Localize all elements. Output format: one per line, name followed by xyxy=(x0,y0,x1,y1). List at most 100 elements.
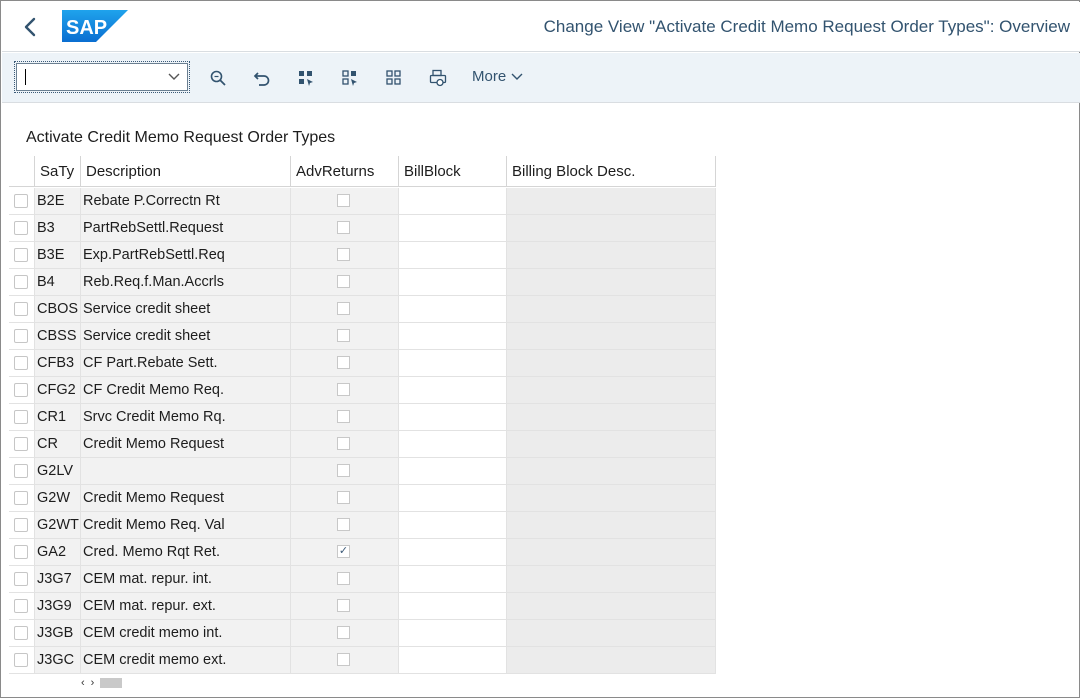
select-all-icon[interactable] xyxy=(295,67,317,89)
row-selector[interactable] xyxy=(9,404,35,431)
row-selector[interactable] xyxy=(9,242,35,269)
billblock-input[interactable] xyxy=(399,296,507,323)
scroll-right-icon[interactable]: › xyxy=(91,677,95,689)
row-selector[interactable] xyxy=(9,566,35,593)
billing-block-desc-cell xyxy=(507,539,716,566)
row-select-checkbox[interactable] xyxy=(14,329,28,343)
billblock-input[interactable] xyxy=(399,377,507,404)
advreturns-checkbox[interactable] xyxy=(337,194,350,207)
row-select-checkbox[interactable] xyxy=(14,545,28,559)
billblock-input[interactable] xyxy=(399,323,507,350)
row-select-checkbox[interactable] xyxy=(14,599,28,613)
billblock-input[interactable] xyxy=(399,242,507,269)
saty-cell: CBSS xyxy=(35,323,81,350)
advreturns-checkbox[interactable] xyxy=(337,599,350,612)
billblock-input[interactable] xyxy=(399,512,507,539)
advreturns-checkbox[interactable] xyxy=(337,302,350,315)
row-selector[interactable] xyxy=(9,188,35,215)
row-selector[interactable] xyxy=(9,593,35,620)
more-menu-button[interactable]: More xyxy=(472,68,524,85)
billblock-input[interactable] xyxy=(399,485,507,512)
column-header-billing-block-desc[interactable]: Billing Block Desc. xyxy=(507,156,716,187)
row-select-checkbox[interactable] xyxy=(14,464,28,478)
description-cell: Rebate P.Correctn Rt xyxy=(81,188,291,215)
row-selector[interactable] xyxy=(9,620,35,647)
row-selector[interactable] xyxy=(9,647,35,674)
undo-icon[interactable] xyxy=(251,67,273,89)
scroll-left-icon[interactable]: ‹ xyxy=(81,677,85,689)
row-select-checkbox[interactable] xyxy=(14,356,28,370)
advreturns-checkbox[interactable] xyxy=(337,221,350,234)
print-icon[interactable] xyxy=(427,67,449,89)
chevron-down-icon[interactable] xyxy=(167,70,181,84)
billing-block-desc-cell xyxy=(507,323,716,350)
row-selector[interactable] xyxy=(9,539,35,566)
advreturns-checkbox[interactable] xyxy=(337,383,350,396)
billblock-input[interactable] xyxy=(399,647,507,674)
billblock-input[interactable] xyxy=(399,458,507,485)
billblock-input[interactable] xyxy=(399,404,507,431)
row-selector[interactable] xyxy=(9,485,35,512)
command-field[interactable] xyxy=(14,61,190,93)
scroll-thumb[interactable] xyxy=(100,677,123,688)
row-select-checkbox[interactable] xyxy=(14,653,28,667)
billblock-input[interactable] xyxy=(399,620,507,647)
row-select-checkbox[interactable] xyxy=(14,518,28,532)
row-select-checkbox[interactable] xyxy=(14,572,28,586)
row-selector[interactable] xyxy=(9,431,35,458)
description-cell: Credit Memo Request xyxy=(81,485,291,512)
row-select-checkbox[interactable] xyxy=(14,194,28,208)
row-selector[interactable] xyxy=(9,323,35,350)
billblock-input[interactable] xyxy=(399,539,507,566)
row-selector[interactable] xyxy=(9,377,35,404)
billblock-input[interactable] xyxy=(399,593,507,620)
deselect-all-icon[interactable] xyxy=(339,67,361,89)
billblock-input[interactable] xyxy=(399,269,507,296)
advreturns-checkbox[interactable] xyxy=(337,248,350,261)
horizontal-scrollbar[interactable]: ‹ › xyxy=(81,677,129,689)
select-block-icon[interactable] xyxy=(383,67,405,89)
description-cell: CEM mat. repur. int. xyxy=(81,566,291,593)
back-button[interactable] xyxy=(16,12,44,42)
advreturns-checkbox[interactable]: ✓ xyxy=(337,545,350,558)
billblock-input[interactable] xyxy=(399,188,507,215)
row-selector[interactable] xyxy=(9,296,35,323)
select-all-rows-header[interactable] xyxy=(9,156,35,187)
row-select-checkbox[interactable] xyxy=(14,626,28,640)
advreturns-checkbox[interactable] xyxy=(337,491,350,504)
row-selector[interactable] xyxy=(9,512,35,539)
row-select-checkbox[interactable] xyxy=(14,491,28,505)
row-select-checkbox[interactable] xyxy=(14,302,28,316)
advreturns-checkbox[interactable] xyxy=(337,572,350,585)
billblock-input[interactable] xyxy=(399,215,507,242)
advreturns-checkbox[interactable] xyxy=(337,464,350,477)
column-header-description[interactable]: Description xyxy=(81,156,291,187)
advreturns-checkbox[interactable] xyxy=(337,653,350,666)
row-select-checkbox[interactable] xyxy=(14,437,28,451)
row-select-checkbox[interactable] xyxy=(14,383,28,397)
row-select-checkbox[interactable] xyxy=(14,275,28,289)
column-header-saty[interactable]: SaTy xyxy=(35,156,81,187)
advreturns-cell xyxy=(291,593,399,620)
find-icon[interactable] xyxy=(207,67,229,89)
row-selector[interactable] xyxy=(9,215,35,242)
advreturns-checkbox[interactable] xyxy=(337,410,350,423)
advreturns-checkbox[interactable] xyxy=(337,329,350,342)
advreturns-checkbox[interactable] xyxy=(337,626,350,639)
row-selector[interactable] xyxy=(9,458,35,485)
advreturns-checkbox[interactable] xyxy=(337,275,350,288)
row-select-checkbox[interactable] xyxy=(14,221,28,235)
row-selector[interactable] xyxy=(9,269,35,296)
row-select-checkbox[interactable] xyxy=(14,248,28,262)
advreturns-checkbox[interactable] xyxy=(337,518,350,531)
advreturns-checkbox[interactable] xyxy=(337,437,350,450)
column-header-advreturns[interactable]: AdvReturns xyxy=(291,156,399,187)
column-header-billblock[interactable]: BillBlock xyxy=(399,156,507,187)
row-selector[interactable] xyxy=(9,350,35,377)
advreturns-checkbox[interactable] xyxy=(337,356,350,369)
billblock-input[interactable] xyxy=(399,566,507,593)
billblock-input[interactable] xyxy=(399,350,507,377)
row-select-checkbox[interactable] xyxy=(14,410,28,424)
advreturns-cell xyxy=(291,566,399,593)
billblock-input[interactable] xyxy=(399,431,507,458)
